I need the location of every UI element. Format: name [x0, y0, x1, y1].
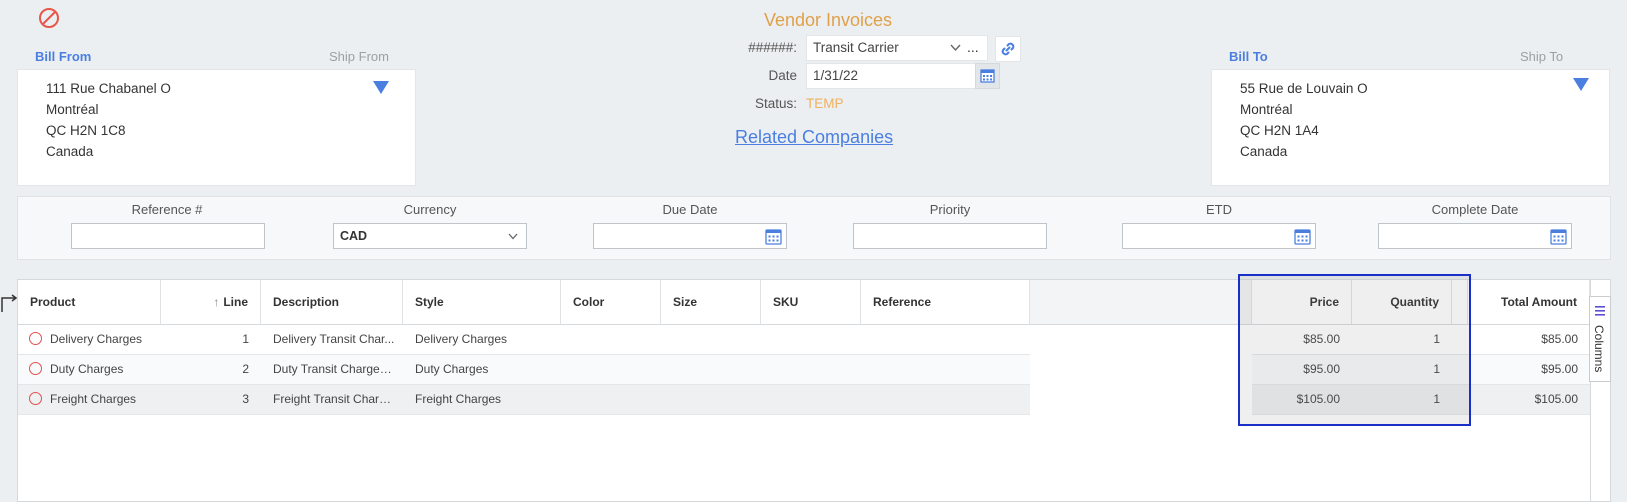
bill-to-label[interactable]: Bill To	[1229, 49, 1268, 64]
date-field[interactable]: 1/31/22	[806, 63, 976, 89]
description-cell: Freight Transit Charg...	[273, 392, 395, 406]
table-row[interactable]: Freight Charges 3 Freight Transit Charg.…	[18, 385, 1030, 415]
address-line: QC H2N 1A4	[1240, 123, 1319, 138]
bill-from-dropdown-icon[interactable]	[373, 81, 389, 94]
address-line: QC H2N 1C8	[46, 123, 126, 138]
address-line: 55 Rue de Louvain O	[1240, 81, 1368, 96]
line-cell: 2	[242, 362, 249, 376]
column-header-reference[interactable]: Reference	[861, 280, 1030, 325]
carrier-value: Transit Carrier	[813, 40, 899, 55]
column-header-sku[interactable]: SKU	[761, 280, 861, 325]
chevron-down-icon	[950, 44, 961, 52]
related-companies-link[interactable]: Related Companies	[735, 127, 893, 148]
total-cell: $85.00	[1541, 332, 1578, 346]
column-header-style[interactable]: Style	[403, 280, 561, 325]
status-value: TEMP	[806, 96, 844, 111]
product-cell: Freight Charges	[50, 392, 137, 406]
link-icon	[1001, 42, 1015, 56]
ship-from-label[interactable]: Ship From	[329, 49, 389, 64]
currency-label: Currency	[403, 202, 457, 217]
table-row[interactable]: Delivery Charges 1 Delivery Transit Char…	[18, 325, 1030, 355]
address-line: Montréal	[46, 102, 99, 117]
remove-row-icon[interactable]	[29, 392, 42, 405]
description-cell: Delivery Transit Char...	[273, 332, 395, 346]
more-button[interactable]: ...	[967, 39, 979, 55]
expand-grid-icon[interactable]	[0, 294, 18, 314]
bill-to-dropdown-icon[interactable]	[1573, 78, 1589, 91]
column-header-size[interactable]: Size	[661, 280, 761, 325]
style-cell: Delivery Charges	[415, 332, 508, 346]
remove-row-icon[interactable]	[29, 332, 42, 345]
product-cell: Duty Charges	[50, 362, 124, 376]
date-picker-button[interactable]	[975, 63, 1000, 89]
currency-value: CAD	[340, 229, 368, 243]
complete-date-input[interactable]	[1378, 223, 1572, 249]
reference-label: Reference #	[131, 202, 203, 217]
columns-tab-label: Columns	[1592, 325, 1606, 373]
date-value: 1/31/22	[813, 68, 859, 83]
sort-ascending-icon: ↑	[213, 295, 220, 309]
column-header-total[interactable]: Total Amount	[1468, 280, 1590, 325]
style-cell: Duty Charges	[415, 362, 489, 376]
columns-panel-tab[interactable]: Columns	[1589, 296, 1611, 382]
style-cell: Freight Charges	[415, 392, 502, 406]
address-line: 111 Rue Chabanel O	[46, 81, 171, 96]
complete-date-label: Complete Date	[1431, 202, 1519, 217]
calendar-icon[interactable]	[1294, 228, 1311, 245]
remove-row-icon[interactable]	[29, 362, 42, 375]
column-header-line[interactable]: ↑ Line	[161, 280, 261, 325]
line-cell: 3	[242, 392, 249, 406]
due-date-input[interactable]	[593, 223, 787, 249]
calendar-icon[interactable]	[765, 228, 782, 245]
column-header-description[interactable]: Description	[261, 280, 403, 325]
address-line: Canada	[1240, 144, 1288, 159]
columns-icon	[1595, 306, 1605, 316]
total-cell: $95.00	[1541, 362, 1578, 376]
date-label: Date	[768, 68, 797, 83]
total-cell: $105.00	[1534, 392, 1578, 406]
column-header-color[interactable]: Color	[561, 280, 661, 325]
page-title: Vendor Invoices	[763, 10, 893, 30]
status-label: Status:	[754, 96, 797, 111]
reference-input[interactable]	[71, 223, 265, 249]
line-cell: 1	[242, 332, 249, 346]
selection-highlight	[1238, 274, 1471, 426]
carrier-select[interactable]: Transit Carrier ...	[806, 35, 988, 61]
table-row[interactable]: Duty Charges 2 Duty Transit Charge i... …	[18, 355, 1030, 385]
ship-to-label[interactable]: Ship To	[1520, 49, 1563, 64]
column-header-spacer	[1030, 280, 1252, 325]
description-cell: Duty Transit Charge i...	[273, 362, 395, 376]
address-line: Montréal	[1240, 102, 1293, 117]
chevron-down-icon	[508, 233, 518, 240]
address-line: Canada	[46, 144, 94, 159]
priority-label: Priority	[929, 202, 971, 217]
due-date-label: Due Date	[662, 202, 718, 217]
currency-select[interactable]: CAD	[333, 223, 527, 249]
bill-from-address: 111 Rue Chabanel O Montréal QC H2N 1C8 C…	[17, 69, 416, 186]
bill-to-address: 55 Rue de Louvain O Montréal QC H2N 1A4 …	[1211, 69, 1610, 186]
number-label: ######:	[748, 40, 797, 55]
calendar-icon	[980, 69, 995, 83]
etd-input[interactable]	[1122, 223, 1316, 249]
column-header-product[interactable]: Product	[18, 280, 161, 325]
etd-label: ETD	[1206, 202, 1232, 217]
product-cell: Delivery Charges	[50, 332, 143, 346]
calendar-icon[interactable]	[1550, 228, 1567, 245]
priority-input[interactable]	[853, 223, 1047, 249]
bill-from-label[interactable]: Bill From	[35, 49, 91, 64]
filters-bar: Reference # Currency CAD Due Date Priori…	[17, 196, 1611, 260]
link-button[interactable]	[995, 36, 1021, 62]
